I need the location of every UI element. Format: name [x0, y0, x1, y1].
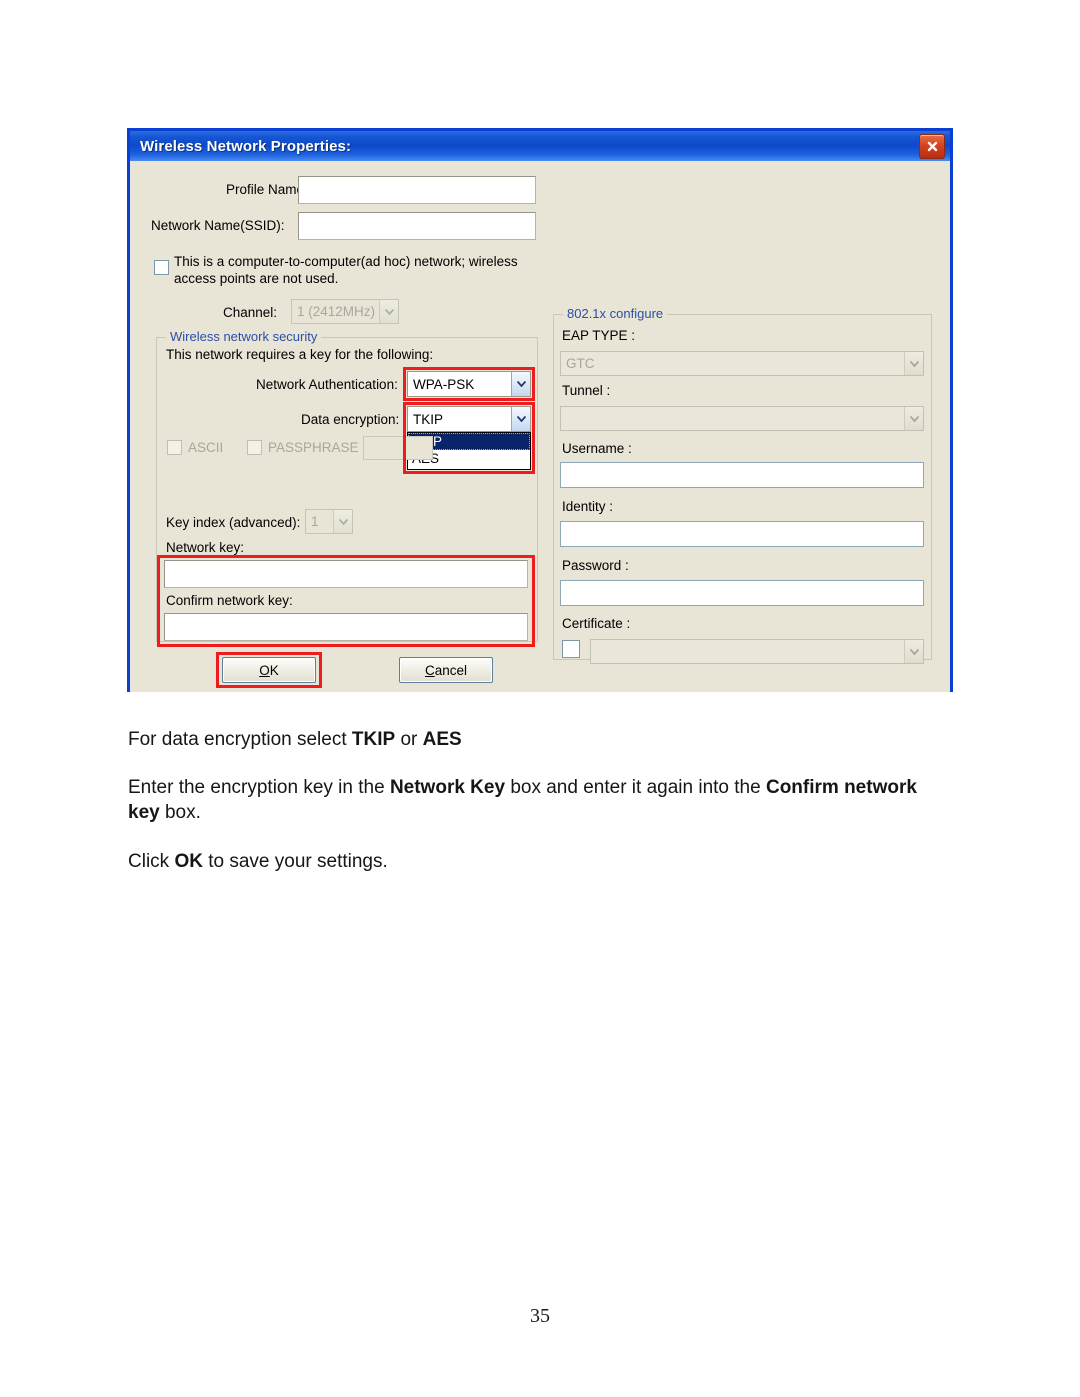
password-input[interactable] [560, 580, 924, 606]
body-text: box. [159, 802, 201, 823]
cancel-button-rest: ancel [434, 662, 468, 678]
emphasis-text: Network Key [389, 777, 506, 798]
ok-button[interactable]: OK [222, 657, 316, 683]
data-encryption-dropdown[interactable]: TKIP [407, 406, 531, 432]
emphasis-text: OK [174, 851, 203, 872]
network-authentication-value: WPA-PSK [413, 376, 475, 392]
dot1x-configure-legend: 802.1x configure [563, 306, 668, 321]
username-label: Username : [562, 441, 632, 456]
key-index-label: Key index (advanced): [166, 515, 301, 530]
close-icon[interactable] [919, 134, 945, 159]
eap-type-dropdown[interactable]: GTC [560, 351, 924, 376]
eap-type-value: GTC [566, 356, 595, 371]
instruction-paragraph-2: Enter the encryption key in the Network … [128, 775, 933, 825]
instruction-paragraph-1: For data encryption select TKIP or AES [128, 727, 938, 752]
channel-label: Channel: [223, 305, 278, 320]
username-input[interactable] [560, 462, 924, 488]
ascii-checkbox[interactable] [167, 440, 182, 455]
page-number: 35 [530, 1305, 550, 1327]
ascii-label: ASCII [188, 440, 224, 455]
network-authentication-label: Network Authentication: [256, 377, 398, 392]
channel-dropdown[interactable]: 1 (2412MHz) [291, 299, 399, 324]
profile-name-label: Profile Name: [226, 182, 308, 197]
passphrase-checkbox[interactable] [247, 440, 262, 455]
network-key-input[interactable] [164, 560, 528, 588]
certificate-label: Certificate : [562, 616, 631, 631]
chevron-down-icon [904, 352, 923, 375]
cancel-button-underline: C [424, 662, 435, 678]
ssid-label: Network Name(SSID): [151, 218, 285, 233]
ssid-input[interactable] [298, 212, 536, 240]
channel-value: 1 (2412MHz) [297, 304, 376, 319]
chevron-down-icon [379, 300, 398, 323]
key-index-dropdown[interactable]: 1 [305, 509, 353, 534]
chevron-down-icon [333, 510, 352, 533]
chevron-down-icon [904, 407, 923, 430]
body-text: or [395, 729, 423, 750]
body-text: to save your settings. [202, 851, 388, 872]
chevron-down-icon [511, 372, 530, 396]
identity-input[interactable] [560, 521, 924, 547]
certificate-dropdown[interactable] [590, 639, 924, 664]
confirm-network-key-label: Confirm network key: [166, 593, 293, 608]
adhoc-checkbox[interactable] [154, 260, 169, 275]
network-key-label: Network key: [166, 540, 245, 555]
wireless-network-properties-dialog: Wireless Network Properties: Profile Nam… [127, 128, 953, 692]
data-encryption-label: Data encryption: [301, 412, 400, 427]
passphrase-label: PASSPHRASE [268, 440, 359, 455]
tunnel-label: Tunnel : [562, 383, 611, 398]
eap-type-label: EAP TYPE : [562, 328, 636, 343]
adhoc-label-line2: access points are not used. [174, 271, 339, 286]
profile-name-input[interactable] [298, 176, 536, 204]
certificate-checkbox[interactable] [562, 640, 580, 658]
identity-label: Identity : [562, 499, 614, 514]
key-index-value: 1 [311, 514, 319, 529]
cancel-button[interactable]: Cancel [399, 657, 493, 683]
emphasis-text: AES [422, 729, 462, 750]
chevron-down-icon [511, 407, 530, 431]
dialog-title: Wireless Network Properties: [140, 137, 352, 155]
data-encryption-value: TKIP [413, 411, 444, 427]
body-text: Click [128, 851, 175, 872]
confirm-network-key-input[interactable] [164, 613, 528, 641]
adhoc-label-line1: This is a computer-to-computer(ad hoc) n… [174, 254, 518, 269]
body-text: For data encryption select [128, 729, 352, 750]
dialog-titlebar[interactable]: Wireless Network Properties: [130, 131, 950, 161]
body-text: box and enter it again into the [505, 777, 766, 798]
body-text: Enter the encryption key in the [128, 777, 390, 798]
emphasis-text: TKIP [351, 729, 396, 750]
dialog-body: Profile Name: Network Name(SSID): This i… [130, 161, 950, 692]
chevron-down-icon [904, 640, 923, 663]
instruction-paragraph-3: Click OK to save your settings. [128, 849, 938, 874]
ok-button-rest: K [269, 662, 279, 678]
password-label: Password : [562, 558, 629, 573]
key-text-input[interactable] [363, 436, 433, 460]
ok-button-underline: O [259, 662, 270, 678]
wireless-network-security-legend: Wireless network security [166, 329, 322, 344]
requires-key-text: This network requires a key for the foll… [166, 347, 434, 362]
network-authentication-dropdown[interactable]: WPA-PSK [407, 371, 531, 397]
tunnel-dropdown[interactable] [560, 406, 924, 431]
